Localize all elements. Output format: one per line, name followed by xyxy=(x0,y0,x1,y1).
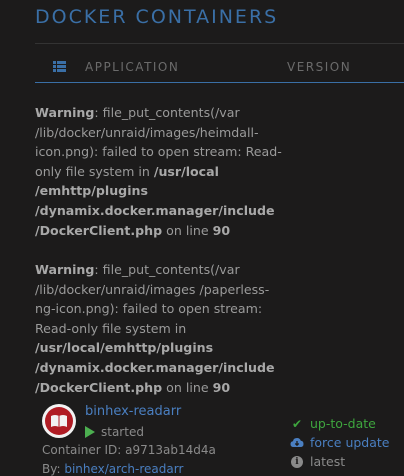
column-header-version[interactable]: VERSION xyxy=(287,60,351,74)
version-tag: i latest xyxy=(290,454,345,469)
list-icon[interactable] xyxy=(53,61,66,72)
warning-path: /usr/local/emhttp/plugins /dynamix.docke… xyxy=(35,340,275,395)
php-warning: Warning: file_put_contents(/var /lib/doc… xyxy=(35,260,285,397)
up-to-date-text: up-to-date xyxy=(310,416,376,431)
force-update-label: force update xyxy=(310,435,390,450)
cloud-download-icon xyxy=(290,437,304,448)
container-status: started xyxy=(85,425,144,439)
version-status: ✔ up-to-date xyxy=(290,416,376,431)
play-icon xyxy=(85,426,95,438)
title-divider xyxy=(35,43,404,44)
container-name[interactable]: binhex-readarr xyxy=(85,404,181,419)
php-warning: Warning: file_put_contents(/var /lib/doc… xyxy=(35,103,285,240)
warning-on-line: on line xyxy=(162,222,213,238)
container-author: By: binhex/arch-readarr xyxy=(42,462,183,476)
table-header: APPLICATION VERSION xyxy=(35,56,404,83)
latest-text: latest xyxy=(310,454,346,469)
warning-label: Warning xyxy=(35,105,95,120)
status-text: started xyxy=(101,425,144,439)
check-icon: ✔ xyxy=(291,416,303,431)
page-title: DOCKER CONTAINERS xyxy=(35,6,279,28)
container-avatar[interactable] xyxy=(42,404,76,438)
book-icon xyxy=(51,415,67,427)
column-header-application[interactable]: APPLICATION xyxy=(85,60,179,74)
warning-on-line: on line xyxy=(162,379,213,395)
force-update-button[interactable]: force update xyxy=(290,435,390,450)
author-label: By: xyxy=(42,462,65,476)
author-link[interactable]: binhex/arch-readarr xyxy=(64,462,183,476)
warning-line-number: 90 xyxy=(212,379,231,395)
info-icon[interactable]: i xyxy=(291,455,303,468)
warning-line-number: 90 xyxy=(212,222,231,238)
container-id: Container ID: a9713ab14d4a xyxy=(42,443,216,457)
warning-label: Warning xyxy=(35,262,95,277)
